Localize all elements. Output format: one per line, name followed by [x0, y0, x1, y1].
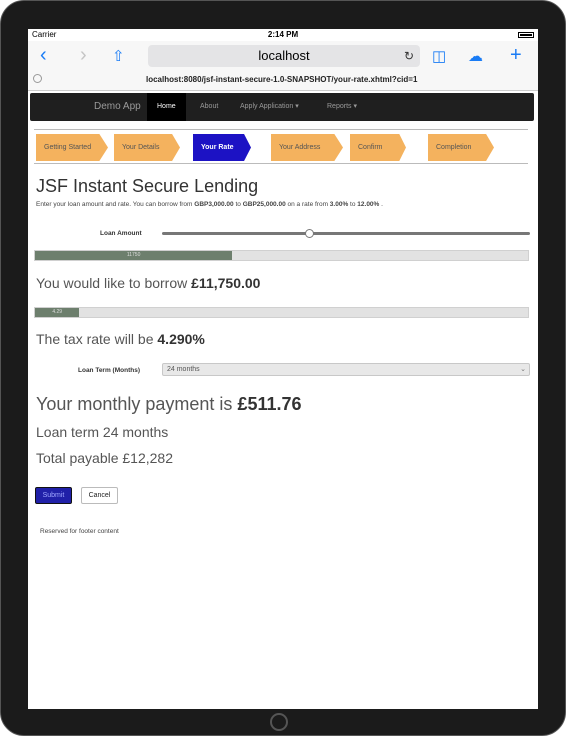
share-icon[interactable]: ⇧: [112, 47, 125, 67]
steps-bottom-rule: [34, 163, 528, 164]
cancel-button[interactable]: Cancel: [81, 487, 118, 504]
home-button[interactable]: [270, 713, 288, 731]
nav-reports[interactable]: Reports ▾: [317, 93, 367, 121]
site-navbar: Demo App Home About Apply Application ▾ …: [30, 93, 534, 121]
rate-progress-bar: 4.29: [34, 307, 529, 318]
address-host: localhost: [258, 48, 310, 63]
cloud-tabs-icon[interactable]: ☁: [468, 47, 483, 67]
battery-icon: [516, 30, 534, 39]
loan-term-selected: 24 months: [167, 366, 200, 373]
nav-brand[interactable]: Demo App: [94, 101, 141, 112]
status-time: 2:14 PM: [267, 30, 299, 39]
page-title: JSF Instant Secure Lending: [36, 176, 259, 196]
step-your-address[interactable]: Your Address: [271, 134, 343, 161]
tax-rate-line: The tax rate will be 4.290%: [36, 331, 205, 347]
loan-term-select[interactable]: 24 months ⌄: [162, 363, 530, 376]
steps-top-rule: [34, 129, 528, 130]
max-rate: 12.00%: [357, 201, 380, 208]
loan-term-label: Loan Term (Months): [78, 367, 140, 374]
address-bar[interactable]: localhost ↻: [148, 45, 420, 67]
nav-home[interactable]: Home: [147, 93, 186, 121]
reload-icon[interactable]: ↻: [404, 45, 414, 67]
borrow-amount: £11,750.00: [191, 275, 261, 291]
borrow-progress-fill: 11750: [35, 251, 233, 260]
browser-toolbar: ‹ › ⇧ localhost ↻ ◫ ☁ +: [28, 41, 538, 71]
intro-text: Enter your loan amount and rate. You can…: [36, 201, 383, 208]
tax-rate: 4.290%: [157, 331, 205, 347]
step-completion[interactable]: Completion: [428, 134, 494, 161]
submit-button[interactable]: Submit: [35, 487, 72, 504]
bookmarks-icon[interactable]: ◫: [432, 47, 446, 67]
loan-term-text: Loan term 24 months: [36, 424, 169, 440]
step-your-details[interactable]: Your Details: [114, 134, 180, 161]
new-tab-icon[interactable]: +: [510, 45, 522, 65]
nav-about[interactable]: About: [190, 93, 228, 121]
slider-handle[interactable]: [305, 229, 315, 238]
back-icon[interactable]: ‹: [40, 45, 47, 65]
footer-text: Reserved for footer content: [40, 528, 119, 535]
full-url: localhost:8080/jsf-instant-secure-1.0-SN…: [146, 75, 418, 84]
min-rate: 3.00%: [329, 201, 349, 208]
nav-apply-application[interactable]: Apply Application ▾: [230, 93, 309, 121]
monthly-amount: £511.76: [237, 394, 302, 414]
total-payable-text: Total payable £12,282: [36, 450, 173, 466]
borrow-progress-bar: 11750: [34, 250, 529, 261]
max-amount: GBP25,000.00: [242, 201, 286, 208]
step-confirm[interactable]: Confirm: [350, 134, 406, 161]
loan-amount-slider[interactable]: [162, 229, 530, 238]
status-bar: Carrier 2:14 PM: [28, 29, 538, 41]
monthly-payment-line: Your monthly payment is £511.76: [36, 394, 302, 414]
url-row: localhost:8080/jsf-instant-secure-1.0-SN…: [28, 71, 538, 91]
screen: Carrier 2:14 PM ‹ › ⇧ localhost ↻ ◫ ☁ + …: [28, 29, 538, 709]
page-icon: [33, 74, 42, 83]
min-amount: GBP3,000.00: [194, 201, 234, 208]
chevron-down-icon: ⌄: [520, 366, 526, 373]
forward-icon[interactable]: ›: [80, 45, 87, 65]
step-your-rate[interactable]: Your Rate: [193, 134, 251, 161]
step-getting-started[interactable]: Getting Started: [36, 134, 108, 161]
loan-amount-label: Loan Amount: [100, 230, 142, 237]
borrow-line: You would like to borrow £11,750.00: [36, 275, 261, 291]
rate-progress-fill: 4.29: [35, 308, 80, 317]
